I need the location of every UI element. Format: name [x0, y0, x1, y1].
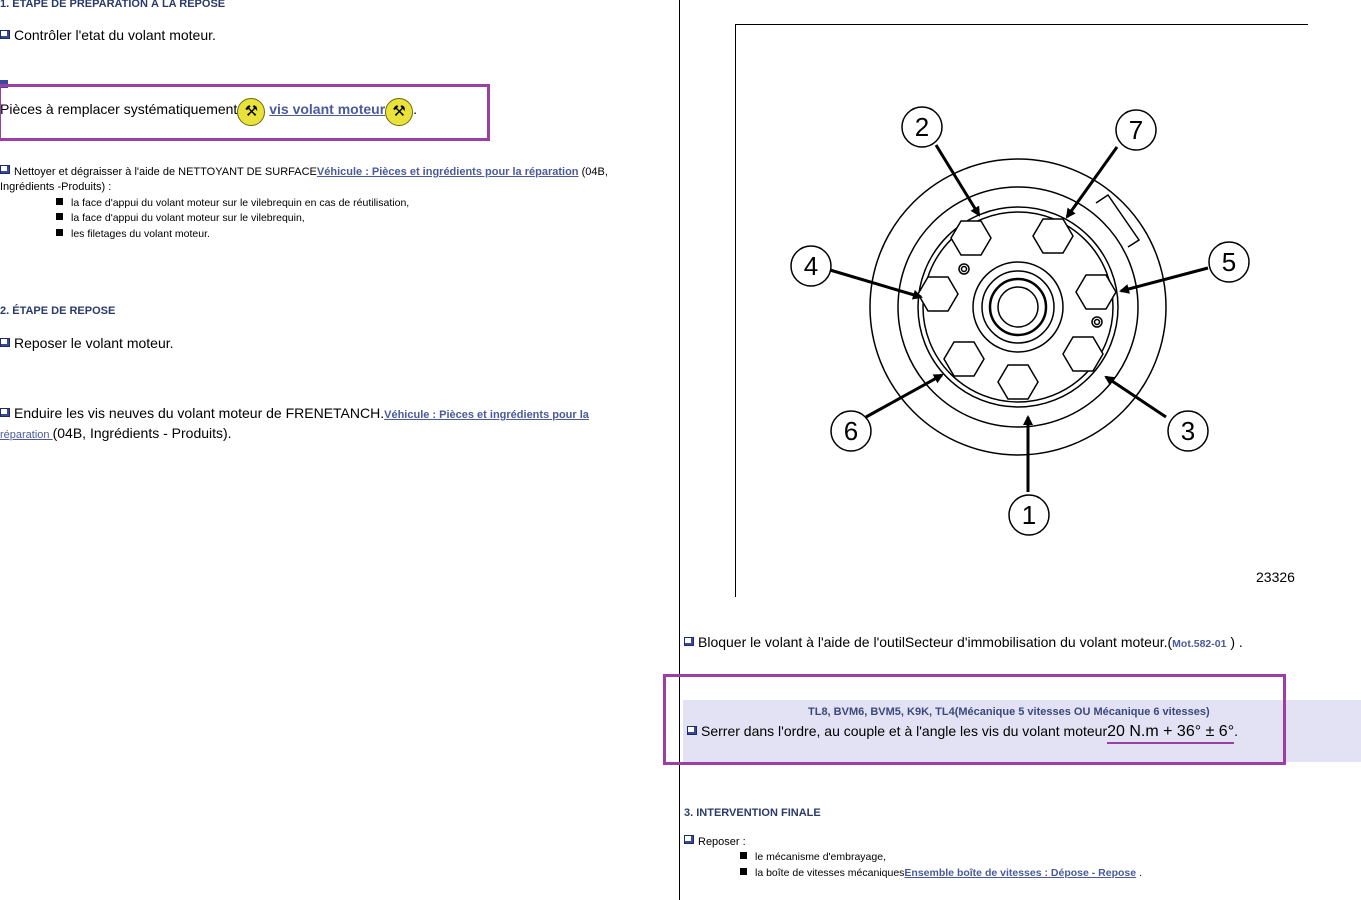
- link-tool-mot-582-01[interactable]: Mot.582-01: [1172, 638, 1226, 650]
- bolt-label-1: 1: [1022, 500, 1036, 530]
- refit-step: Reposer :: [684, 835, 746, 848]
- clean-step: Nettoyer et dégraisser à l'aide de NETTO…: [0, 165, 608, 178]
- section3-title: 3. INTERVENTION FINALE: [684, 807, 821, 819]
- section2-title: 2. ÉTAPE DE REPOSE: [0, 305, 116, 317]
- link-vis-volant-moteur[interactable]: vis volant moteur: [269, 101, 385, 117]
- list-item: le mécanisme d'embrayage,: [740, 851, 886, 863]
- checkbox-icon: [687, 726, 697, 735]
- parts-line: Pièces à remplacer systématiquement ⚒ vis…: [0, 98, 417, 126]
- refit-flywheel-step: Reposer le volant moteur.: [0, 335, 174, 351]
- checkbox-icon: [0, 408, 10, 417]
- checkbox-icon: [0, 30, 10, 39]
- section1-title: 1. ÉTAPE DE PRÉPARATION À LA REPOSE: [0, 0, 226, 10]
- bolt-head-5: [1075, 274, 1117, 310]
- tool-icon: ⚒: [385, 98, 414, 126]
- highlight-box-torque: [663, 674, 1286, 765]
- flywheel-diagram: 1 2 3 4 5 6 7 23326: [790, 106, 1295, 585]
- arrow-6: [865, 373, 944, 419]
- check-flywheel-text: Contrôler l'etat du volant moteur.: [14, 27, 216, 43]
- arrow-4: [829, 268, 923, 300]
- link-boite-vitesses[interactable]: Ensemble boîte de vitesses : Dépose - Re…: [904, 867, 1136, 879]
- flywheel-outer-ring: [869, 158, 1167, 456]
- list-item: la boîte de vitesses mécaniquesEnsemble …: [740, 867, 1142, 879]
- arrow-3: [1104, 375, 1167, 419]
- bullet-icon: [56, 229, 63, 236]
- list-item: la face d'appui du volant moteur sur le …: [56, 212, 305, 224]
- bolt-head-7: [1032, 218, 1074, 254]
- bolt-label-3: 3: [1181, 416, 1195, 446]
- dowel-hole: [1091, 316, 1103, 328]
- bolt-label-2: 2: [915, 112, 929, 142]
- clean-ref-line: Ingrédients -Produits) :: [0, 181, 112, 193]
- flywheel-figure: 1 2 3 4 5 6 7 23326: [735, 24, 1308, 597]
- bullet-icon: [56, 198, 63, 205]
- coat-screws-step: Enduire les vis neuves du volant moteur …: [0, 405, 589, 421]
- checkbox-icon: [0, 165, 10, 174]
- checkbox-icon: [0, 338, 10, 347]
- bolt-head-3: [1062, 336, 1104, 372]
- parts-label: Pièces à remplacer systématiquement: [0, 101, 238, 117]
- tighten-step: Serrer dans l'ordre, au couple et à l'an…: [687, 723, 1238, 744]
- bolt-label-6: 6: [844, 416, 858, 446]
- coat-screws-ref: réparation (04B, Ingrédients - Produits)…: [0, 425, 232, 441]
- bullet-icon: [740, 852, 747, 859]
- bolt-label-5: 5: [1222, 247, 1236, 277]
- bolt-head-1: [997, 364, 1039, 400]
- link-pieces-ingredients[interactable]: Véhicule : Pièces et ingrédients pour la…: [317, 166, 579, 178]
- bullet-icon: [740, 868, 747, 875]
- link-pieces-ingredients-2[interactable]: Véhicule : Pièces et ingrédients pour la: [384, 409, 589, 421]
- arrow-7: [1065, 146, 1119, 219]
- tool-icon: ⚒: [237, 98, 266, 126]
- list-item: les filetages du volant moteur.: [56, 228, 210, 240]
- checkbox-icon: [684, 835, 694, 844]
- column-divider: [679, 0, 680, 900]
- bolt-head-4: [917, 276, 959, 312]
- bolt-head-2: [950, 220, 992, 256]
- lock-flywheel-step: Bloquer le volant à l'aide de l'outilSec…: [684, 634, 1243, 650]
- bullet-icon: [56, 213, 63, 220]
- link-reparation[interactable]: réparation: [0, 429, 53, 441]
- check-flywheel-step: Contrôler l'etat du volant moteur.: [0, 27, 216, 43]
- variant-list: TL8, BVM6, BVM5, K9K, TL4(Mécanique 5 vi…: [808, 706, 1210, 718]
- figure-number: 23326: [1256, 569, 1295, 585]
- dowel-hole: [958, 263, 970, 275]
- bolt-label-7: 7: [1129, 115, 1143, 145]
- bolt-label-4: 4: [804, 251, 818, 281]
- list-item: la face d'appui du volant moteur sur le …: [56, 197, 409, 209]
- bolt-head-6: [943, 341, 985, 377]
- checkbox-icon: [684, 637, 694, 646]
- torque-value: 20 N.m + 36° ± 6°: [1107, 723, 1235, 744]
